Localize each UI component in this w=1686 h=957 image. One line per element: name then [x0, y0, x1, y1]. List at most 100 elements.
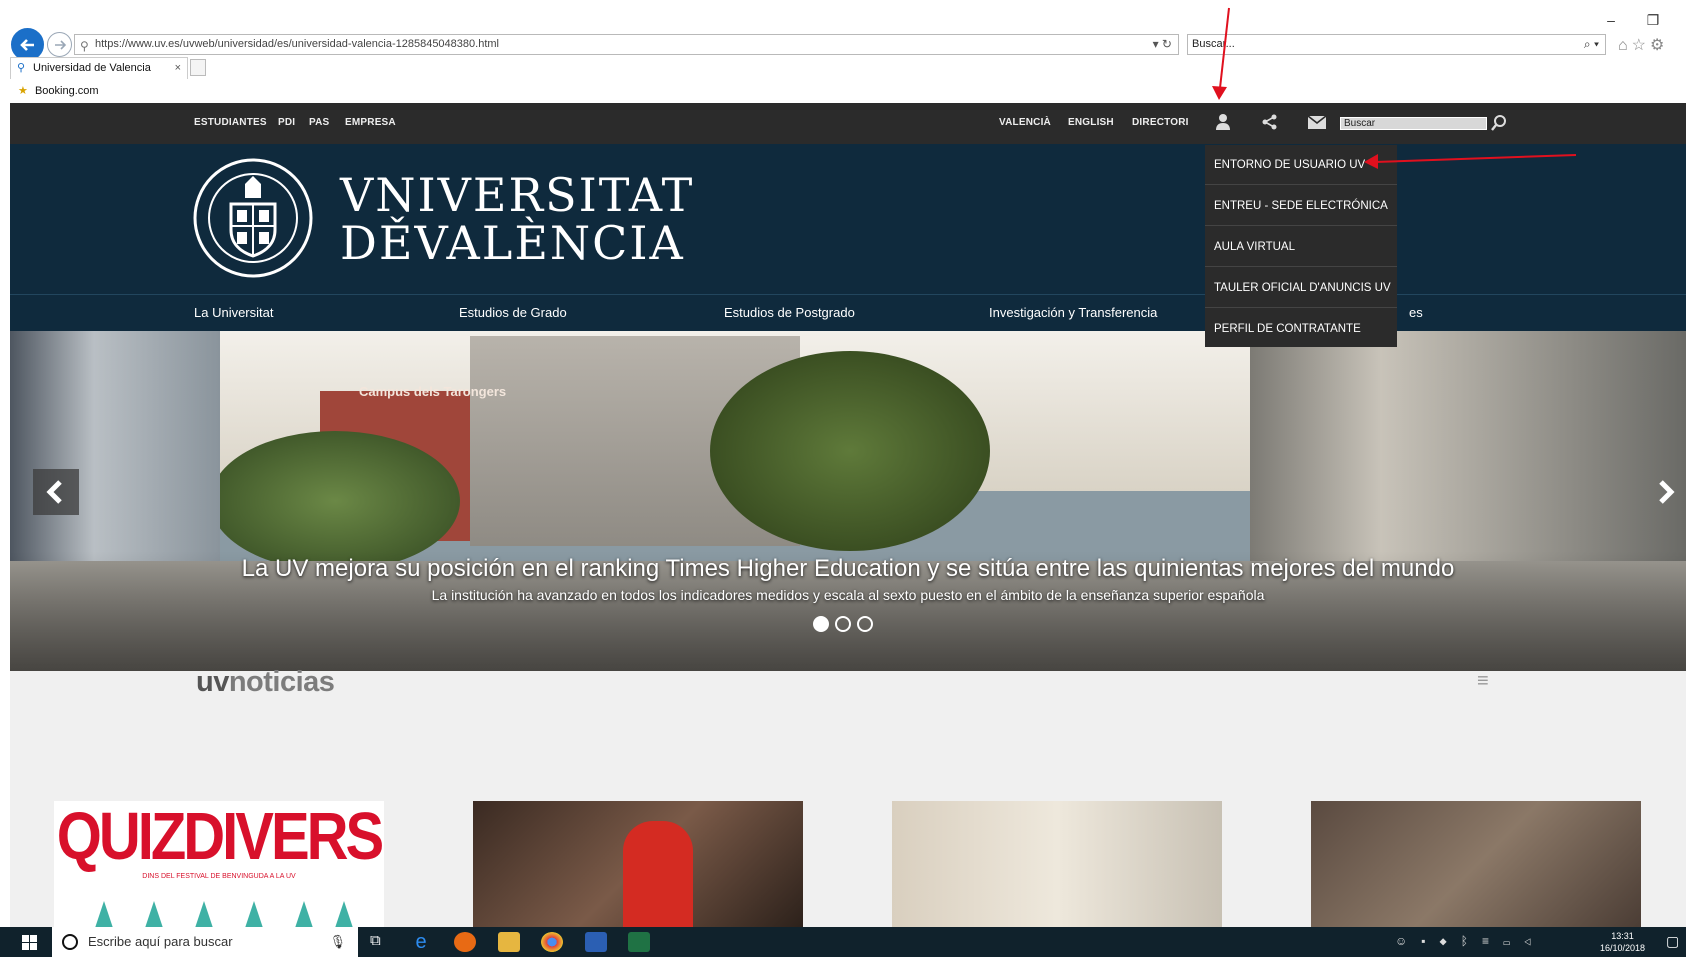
browser-chrome: ⚲ https://www.uv.es/uvweb/universidad/es… — [0, 0, 1686, 103]
site-icon: ⚲ — [80, 39, 89, 53]
gear-icon[interactable]: ⚙ — [1650, 37, 1668, 54]
menu-item-entreu[interactable]: ENTREU - SEDE ELECTRÓNICA — [1205, 186, 1397, 226]
edge-ie-icon[interactable]: e — [410, 932, 432, 952]
taskbar-search-placeholder: Escribe aquí para buscar — [88, 934, 233, 949]
url-text: https://www.uv.es/uvweb/universidad/es/u… — [95, 38, 499, 50]
nav-partial-item[interactable]: es — [1409, 305, 1423, 320]
mail-icon[interactable] — [1308, 116, 1326, 129]
link-estudiantes[interactable]: ESTUDIANTES — [194, 117, 267, 128]
carousel-next-button[interactable] — [1642, 469, 1686, 515]
microphone-icon[interactable]: 🎙 — [329, 927, 346, 957]
shield-icon[interactable]: ◆ — [1440, 934, 1461, 948]
favorites-bar: ★ Booking.com — [0, 80, 1686, 102]
hero-carousel: Campus dels Tarongers La UV mejora su po… — [10, 331, 1686, 671]
toolbar-icons: ⌂☆⚙ — [1618, 35, 1668, 55]
tab-title: Universidad de Valencia — [33, 62, 151, 74]
nav-estudios-grado[interactable]: Estudios de Grado — [459, 305, 567, 320]
restore-icon[interactable]: ❐ — [1632, 12, 1674, 29]
carousel-prev-button[interactable] — [33, 469, 79, 515]
browser-search-text: Buscar... — [1192, 38, 1235, 50]
clock-date: 16/10/2018 — [1600, 943, 1646, 953]
news-card-3[interactable] — [892, 801, 1222, 927]
news-card-2[interactable] — [473, 801, 803, 927]
close-tab-icon[interactable]: × — [175, 58, 181, 78]
task-view-icon[interactable]: ⧉ — [370, 932, 381, 949]
excel-icon[interactable] — [628, 932, 650, 952]
brand-line2: DĚVALÈNCIA — [340, 216, 685, 270]
new-tab-button[interactable] — [190, 59, 206, 76]
link-empresa[interactable]: EMPRESA — [345, 117, 396, 128]
chevron-left-icon — [46, 480, 62, 504]
arrow-right-icon — [55, 40, 67, 50]
carousel-dot-2[interactable] — [835, 616, 851, 632]
home-icon[interactable]: ⌂ — [1618, 37, 1632, 54]
star-icon[interactable]: ☆ — [1632, 37, 1650, 54]
menu-item-tauler[interactable]: TAULER OFICIAL D'ANUNCIS UV — [1205, 268, 1397, 308]
uvnoticias-logo[interactable]: uvnoticias — [196, 666, 335, 699]
taskbar-search-box[interactable]: Escribe aquí para buscar 🎙 — [52, 927, 358, 957]
share-icon[interactable] — [1262, 114, 1278, 130]
windows-taskbar: Escribe aquí para buscar 🎙 ⧉ e ☺▪◆ᛒ≡▭◁ 1… — [0, 927, 1686, 957]
firefox-icon[interactable] — [454, 932, 476, 952]
nvidia-icon[interactable]: ▪ — [1421, 934, 1439, 948]
carousel-dot-1[interactable] — [813, 616, 829, 632]
carousel-dots — [813, 616, 879, 634]
card-subtitle: DINS DEL FESTIVAL DE BENVINGUDA A LA UV — [142, 873, 296, 880]
hamburger-menu-icon[interactable]: ≡ — [1477, 670, 1489, 693]
browser-tab[interactable]: ⚲ Universidad de Valencia × — [10, 57, 188, 79]
browser-window: ⚲ https://www.uv.es/uvweb/universidad/es… — [0, 0, 1686, 957]
chevron-right-icon — [1659, 480, 1675, 504]
file-explorer-icon[interactable] — [498, 932, 520, 952]
hero-title[interactable]: La UV mejora su posición en el ranking T… — [10, 555, 1686, 583]
notes-icon[interactable]: ≡ — [1482, 934, 1503, 948]
menu-item-entorno-usuario[interactable]: ENTORNO DE USUARIO UV — [1205, 145, 1397, 185]
user-dropdown-menu: ENTORNO DE USUARIO UV ENTREU - SEDE ELEC… — [1205, 145, 1397, 347]
uv-search-input[interactable]: Buscar — [1340, 117, 1487, 130]
search-icon[interactable] — [1490, 114, 1508, 132]
web-page: ESTUDIANTES PDI PAS EMPRESA VALENCIÀ ENG… — [10, 103, 1686, 927]
favorite-link[interactable]: Booking.com — [35, 85, 99, 97]
address-bar[interactable]: ⚲ https://www.uv.es/uvweb/universidad/es… — [74, 34, 1179, 55]
nav-investigacion[interactable]: Investigación y Transferencia — [989, 305, 1157, 320]
nav-estudios-postgrado[interactable]: Estudios de Postgrado — [724, 305, 855, 320]
chrome-icon[interactable] — [541, 932, 563, 952]
nav-la-universitat[interactable]: La Universitat — [194, 305, 273, 320]
uv-header: VNIVERSITAT DĚVALÈNCIA — [10, 144, 1686, 294]
user-icon[interactable] — [1215, 113, 1231, 131]
network-icon[interactable]: ▭ — [1503, 934, 1524, 948]
menu-item-aula-virtual[interactable]: AULA VIRTUAL — [1205, 227, 1397, 267]
campus-sign: Campus dels Tarongers — [359, 384, 507, 399]
news-card-4[interactable] — [1311, 801, 1641, 927]
system-tray: ☺▪◆ᛒ≡▭◁ — [1395, 934, 1545, 948]
clock-time: 13:31 — [1611, 931, 1634, 941]
arrow-left-icon — [20, 39, 34, 51]
window-controls: – ❐ — [1590, 12, 1674, 29]
bluetooth-icon[interactable]: ᛒ — [1461, 934, 1482, 948]
link-directori[interactable]: DIRECTORI — [1132, 117, 1189, 128]
university-seal-logo[interactable] — [193, 158, 313, 278]
people-icon[interactable]: ☺ — [1395, 934, 1421, 948]
link-english[interactable]: ENGLISH — [1068, 117, 1114, 128]
browser-search-field[interactable]: Buscar... ⌕ ▾ — [1187, 34, 1606, 55]
refresh-icon[interactable]: ▾ ↻ — [1153, 35, 1172, 54]
main-nav: La Universitat Estudios de Grado Estudio… — [10, 294, 1686, 331]
menu-item-perfil-contratante[interactable]: PERFIL DE CONTRATANTE — [1205, 309, 1397, 349]
brand-line1: VNIVERSITAT — [340, 168, 695, 222]
search-icon[interactable]: ⌕ ▾ — [1584, 35, 1599, 54]
notifications-icon[interactable]: ▢ — [1666, 933, 1679, 950]
link-valencia[interactable]: VALENCIÀ — [999, 117, 1051, 128]
hero-subtitle: La institución ha avanzado en todos los … — [431, 587, 1265, 603]
taskbar-clock[interactable]: 13:31 16/10/2018 — [1600, 930, 1645, 954]
favorites-star-icon[interactable]: ★ — [18, 85, 28, 97]
windows-start-icon[interactable] — [22, 935, 37, 950]
uv-topbar: ESTUDIANTES PDI PAS EMPRESA VALENCIÀ ENG… — [10, 103, 1686, 144]
news-card-1[interactable]: QUIZDIVERS DINS DEL FESTIVAL DE BENVINGU… — [54, 801, 384, 927]
forward-button[interactable] — [47, 32, 72, 57]
carousel-dot-3[interactable] — [857, 616, 873, 632]
logo-part-noticias: noticias — [228, 666, 335, 698]
link-pas[interactable]: PAS — [309, 117, 329, 128]
word-icon[interactable] — [585, 932, 607, 952]
minimize-icon[interactable]: – — [1590, 12, 1632, 28]
link-pdi[interactable]: PDI — [278, 117, 295, 128]
volume-icon[interactable]: ◁ — [1524, 934, 1545, 948]
